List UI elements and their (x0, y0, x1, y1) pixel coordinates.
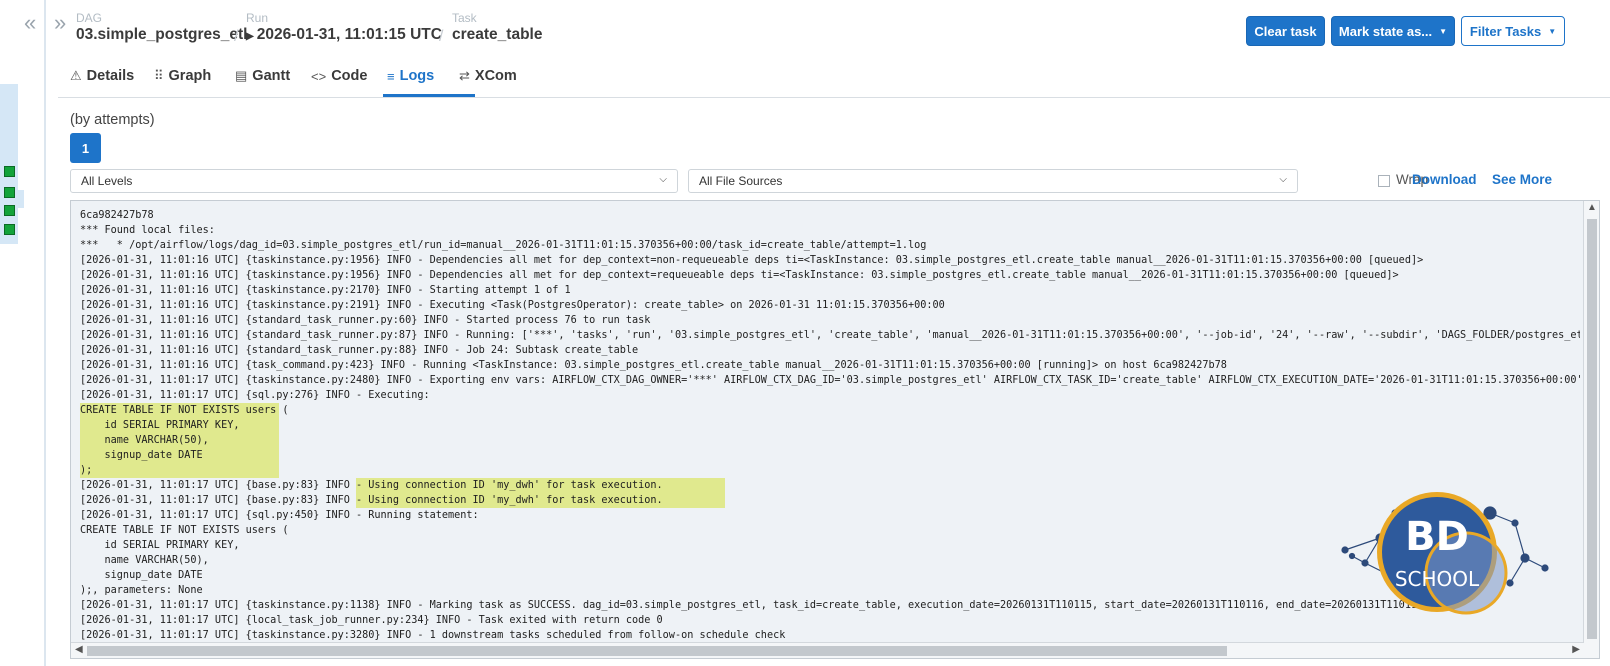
attempt-1-button[interactable]: 1 (70, 133, 101, 163)
chevron-down-icon: ⌵ (659, 174, 667, 185)
horizontal-scroll-thumb[interactable] (87, 646, 1227, 656)
task-status-success-square[interactable] (4, 205, 15, 216)
play-icon: ▶ (246, 31, 254, 42)
caret-down-icon: ▼ (1548, 26, 1557, 36)
filter-tasks-button[interactable]: Filter Tasks ▼ (1461, 16, 1565, 46)
chevron-down-icon: ⌵ (1279, 174, 1287, 185)
highlighted-sql-line: name VARCHAR(50), (80, 433, 279, 448)
mark-state-button[interactable]: Mark state as... ▼ (1331, 16, 1455, 46)
highlighted-sql-line: signup_date DATE (80, 448, 279, 463)
vertical-scroll-thumb[interactable] (1587, 219, 1597, 639)
log-line: [2026-01-31, 11:01:17 UTC] {sql.py:276} … (80, 390, 430, 401)
highlighted-sql-line: CREATE TABLE IF NOT EXISTS users ( (80, 403, 289, 418)
log-line: [2026-01-31, 11:01:16 UTC] {standard_tas… (80, 345, 639, 356)
tab-details[interactable]: ⚠ Details (70, 54, 134, 98)
tab-gantt-label: Gantt (252, 68, 291, 84)
log-line-text: [2026-01-31, 11:01:17 UTC] {base.py:83} … (80, 493, 725, 508)
grid-selection-strip (0, 84, 18, 244)
tab-logs-label: Logs (399, 68, 435, 84)
connection-highlight: - Using connection ID 'my_dwh' for task … (356, 478, 725, 493)
log-line: [2026-01-31, 11:01:17 UTC] {taskinstance… (80, 375, 1580, 386)
list-icon: ≡ (387, 68, 395, 84)
tab-graph-label: Graph (168, 68, 212, 84)
bd-school-logo-graphic: BD SCHOOL (1341, 492, 1549, 615)
breadcrumb-dag-value[interactable]: 03.simple_postgres_etl (76, 25, 247, 45)
task-status-success-square[interactable] (4, 187, 15, 198)
breadcrumb-run[interactable]: Run ▶ 2026-01-31, 11:01:15 UTC (246, 12, 442, 47)
tab-graph[interactable]: ⠿ Graph (154, 54, 211, 98)
logo-text-bd: BD (1405, 514, 1469, 560)
exchange-icon: ⇄ (459, 68, 470, 83)
filter-tasks-label: Filter Tasks (1469, 23, 1542, 39)
gantt-icon: ▤ (235, 68, 248, 83)
active-tab-indicator (383, 94, 475, 97)
caret-down-icon: ▼ (1439, 26, 1448, 36)
scroll-right-icon[interactable]: ▶ (1572, 644, 1580, 655)
log-line: 6ca982427b78 (80, 210, 154, 221)
connection-highlight: - Using connection ID 'my_dwh' for task … (356, 493, 725, 508)
grid-divider[interactable] (44, 0, 46, 666)
see-more-link[interactable]: See More (1492, 172, 1552, 187)
log-line: [2026-01-31, 11:01:16 UTC] {taskinstance… (80, 300, 945, 311)
breadcrumb-dag-label: DAG (76, 11, 103, 25)
vertical-scrollbar[interactable]: ▲ (1583, 201, 1599, 658)
breadcrumb-separator: / (439, 28, 444, 45)
tab-code-label: Code (331, 68, 368, 84)
tab-code[interactable]: <> Code (311, 54, 367, 98)
horizontal-scrollbar[interactable]: ◀ ▶ (71, 642, 1584, 658)
scroll-left-icon[interactable]: ◀ (75, 644, 83, 655)
scroll-up-icon[interactable]: ▲ (1587, 202, 1597, 213)
tab-bar: ⚠ Details ⠿ Graph ▤ Gantt <> Code ≡ Logs… (58, 54, 1610, 98)
file-sources-select[interactable]: All File Sources ⌵ (688, 169, 1298, 193)
breadcrumb-separator: / (234, 28, 239, 45)
highlighted-sql-line: ); (80, 463, 279, 478)
collapse-icon[interactable]: « (24, 10, 36, 36)
log-line: [2026-01-31, 11:01:16 UTC] {standard_tas… (80, 330, 1580, 341)
tab-gantt[interactable]: ▤ Gantt (235, 54, 290, 98)
clear-task-label: Clear task (1254, 23, 1317, 39)
left-rail (0, 0, 46, 666)
log-line: *** Found local files: (80, 225, 215, 236)
log-line: [2026-01-31, 11:01:16 UTC] {standard_tas… (80, 315, 651, 326)
breadcrumb-run-label: Run (246, 11, 269, 25)
log-line: [2026-01-31, 11:01:17 UTC] {taskinstance… (80, 630, 786, 641)
breadcrumb-dag[interactable]: DAG 03.simple_postgres_etl (76, 12, 247, 45)
log-line: [2026-01-31, 11:01:16 UTC] {taskinstance… (80, 270, 1399, 281)
warning-icon: ⚠ (70, 68, 82, 83)
log-line: [2026-01-31, 11:01:16 UTC] {taskinstance… (80, 285, 571, 296)
logo-text-school: SCHOOL (1395, 567, 1480, 591)
tab-xcom-label: XCom (474, 68, 517, 84)
log-line-text: [2026-01-31, 11:01:17 UTC] {base.py:83} … (80, 478, 725, 493)
tab-logs[interactable]: ≡ Logs (387, 54, 434, 98)
task-status-running-square[interactable] (4, 166, 15, 177)
log-line: [2026-01-31, 11:01:16 UTC] {task_command… (80, 360, 1227, 371)
levels-select-value: All Levels (81, 174, 133, 188)
bd-school-logo: BD SCHOOL (1340, 488, 1550, 620)
expand-icon[interactable]: » (54, 10, 66, 36)
tab-xcom[interactable]: ⇄ XCom (459, 54, 517, 98)
breadcrumb-task[interactable]: Task create_table (452, 12, 542, 45)
wrap-checkbox[interactable] (1378, 175, 1390, 187)
mark-state-label: Mark state as... (1338, 23, 1433, 39)
clear-task-button[interactable]: Clear task (1246, 16, 1325, 46)
task-status-success-square[interactable] (4, 224, 15, 235)
attempts-label: (by attempts) (70, 112, 155, 128)
breadcrumb-task-label: Task (452, 11, 477, 25)
breadcrumb-task-value[interactable]: create_table (452, 25, 542, 45)
code-icon: <> (311, 68, 327, 84)
highlighted-sql-line: id SERIAL PRIMARY KEY, (80, 418, 279, 433)
levels-select[interactable]: All Levels ⌵ (70, 169, 678, 193)
breadcrumb-run-value[interactable]: 2026-01-31, 11:01:15 UTC (257, 26, 442, 43)
graph-icon: ⠿ (154, 68, 164, 83)
file-sources-select-value: All File Sources (699, 174, 783, 188)
log-line: [2026-01-31, 11:01:16 UTC] {taskinstance… (80, 255, 1424, 266)
download-link[interactable]: Download (1412, 172, 1477, 187)
log-line: *** * /opt/airflow/logs/dag_id=03.simple… (80, 240, 927, 251)
tab-details-label: Details (86, 68, 135, 84)
